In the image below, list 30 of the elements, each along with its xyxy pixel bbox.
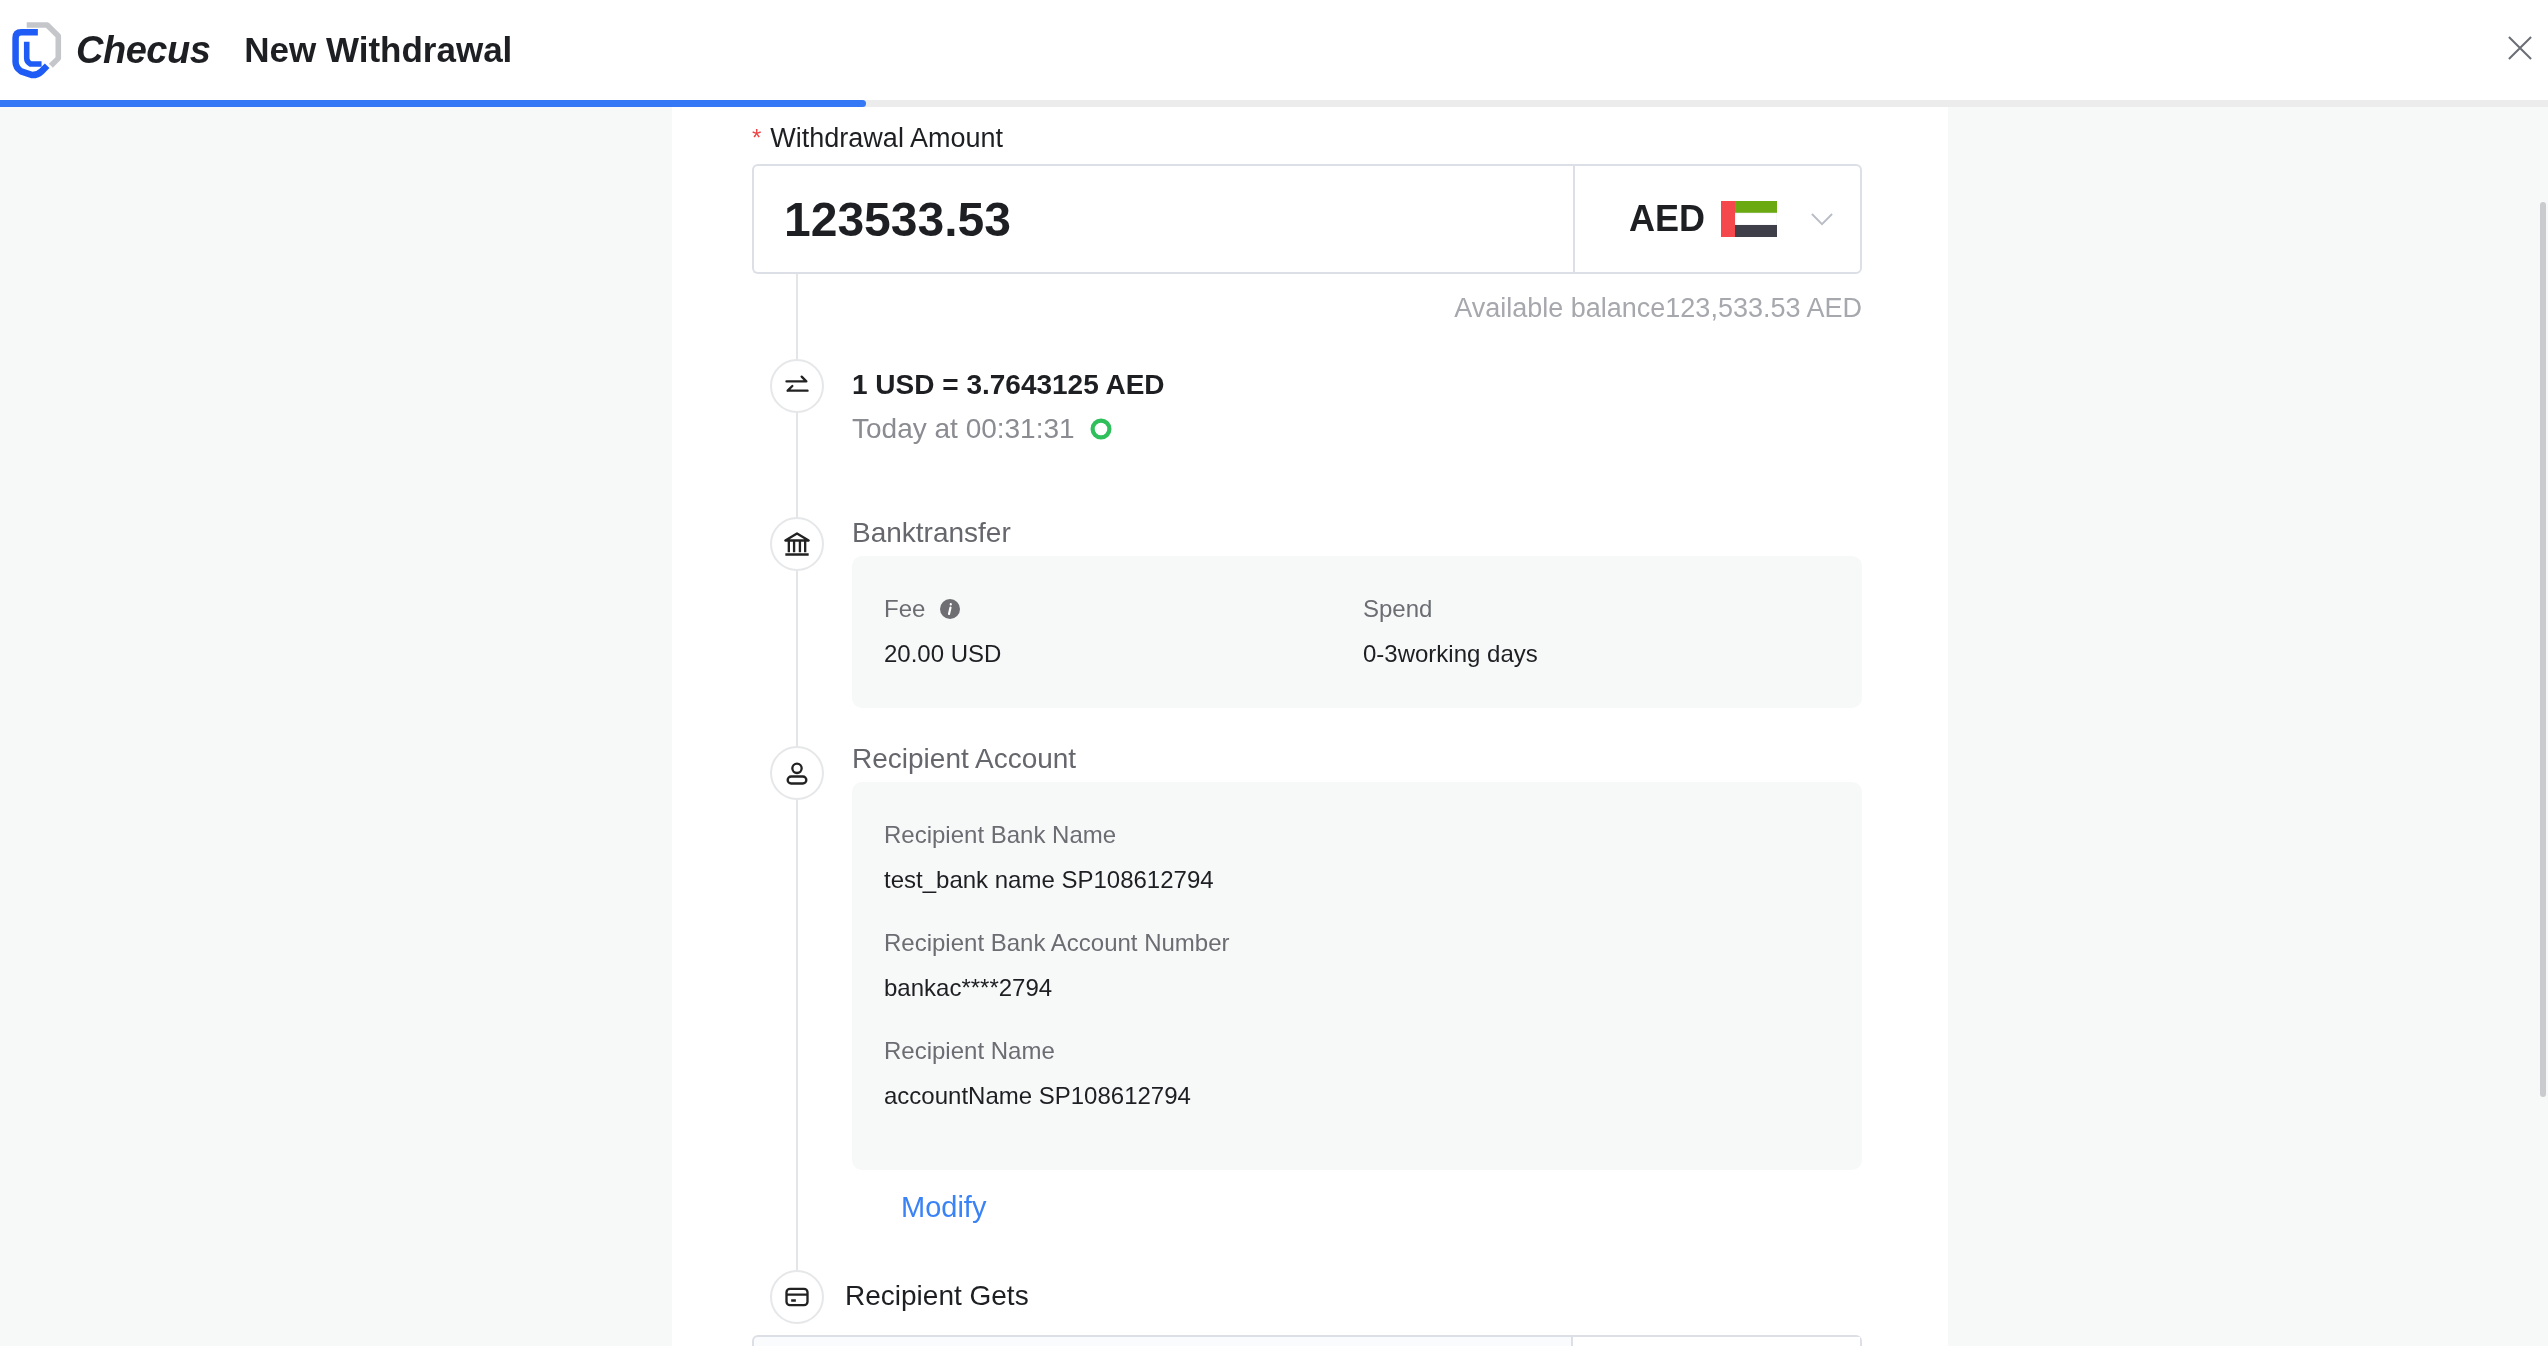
detail-value: 20.00 USD [884, 639, 1003, 669]
flag-icon [1721, 201, 1777, 237]
detail-label: Fee [884, 595, 926, 623]
brand-name: Checus [76, 28, 211, 72]
detail-label: Spend [1363, 595, 1433, 623]
required-mark: * [752, 124, 762, 152]
page-title: New Withdrawal [244, 30, 513, 70]
field-label: Withdrawal Amount [770, 122, 1003, 154]
amount-input[interactable]: 123533.53 [752, 164, 1573, 274]
section-title: Recipient Gets [845, 1279, 1030, 1313]
logo-icon [10, 21, 62, 79]
detail-label: Recipient Name [884, 1037, 1055, 1065]
detail-value: bankac****2794 [884, 973, 1054, 1003]
available-balance: Available balance123,533.53 AED [1453, 292, 1862, 325]
detail-value: accountName SP108612794 [884, 1081, 1192, 1111]
close-icon[interactable] [2508, 36, 2532, 60]
detail-value: 0-3working days [1363, 639, 1539, 669]
detail-label: Recipient Bank Name [884, 821, 1117, 849]
currency-select[interactable]: AED [1573, 164, 1862, 274]
info-icon[interactable] [940, 599, 961, 619]
exchange-rate: 1 USD = 3.7643125 AED [852, 368, 1166, 402]
section-title: Banktransfer [852, 516, 1012, 550]
detail-value: test_bank name SP108612794 [884, 865, 1215, 895]
scrollbar[interactable] [2540, 202, 2546, 1097]
modify-link[interactable]: Modify [901, 1189, 987, 1225]
ring-icon [1088, 417, 1113, 441]
chevron-down-icon [1811, 212, 1833, 226]
rate-time: Today at 00:31:31 [852, 413, 1075, 445]
section-title: Recipient Account [852, 742, 1078, 776]
detail-label: Recipient Bank Account Number [884, 929, 1230, 957]
